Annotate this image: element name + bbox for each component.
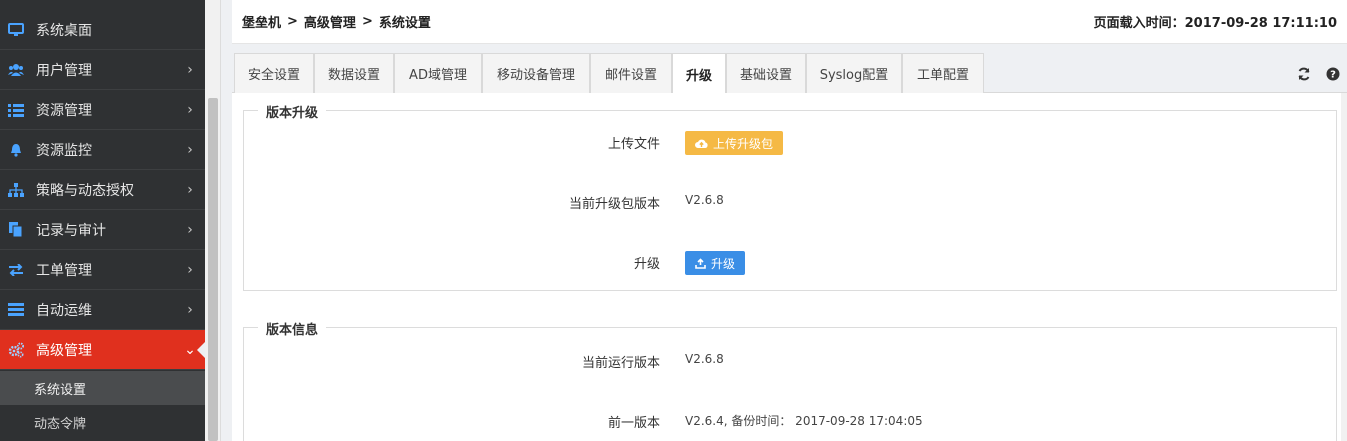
tab-label: 移动设备管理: [496, 68, 575, 83]
sidebar-item-label: 高级管理: [36, 342, 92, 359]
chevron-right-icon: ›: [187, 101, 193, 118]
page-header: 堡垒机 > 高级管理 > 系统设置 页面载入时间：2017-09-28 17:1…: [232, 0, 1347, 44]
sidebar-item-users[interactable]: 用户管理 ›: [0, 50, 205, 90]
breadcrumb-item: 系统设置: [378, 16, 431, 31]
documents-icon: [8, 222, 24, 238]
tab-basic[interactable]: 基础设置: [726, 53, 806, 93]
chevron-right-icon: ›: [187, 61, 193, 78]
tab-label: Syslog配置: [819, 68, 889, 83]
content-scrollbar[interactable]: [1341, 93, 1347, 441]
sidebar-scrollbar-thumb[interactable]: [208, 98, 218, 441]
sidebar-item-autoops[interactable]: 自动运维 ›: [0, 290, 205, 330]
tab-label: AD域管理: [409, 68, 467, 83]
tab-workorder-config[interactable]: 工单配置: [902, 53, 984, 93]
upgrade-button-label: 升级: [711, 256, 736, 271]
tab-syslog[interactable]: Syslog配置: [806, 53, 902, 93]
main-content: 版本升级 上传文件 上传升级包 当前升级包版本 V2.6.8 升级 升级 版本信…: [232, 93, 1347, 441]
section-title: 版本信息: [258, 319, 327, 338]
sidebar-subitem-system-settings[interactable]: 系统设置: [0, 371, 205, 405]
sidebar-item-policy[interactable]: 策略与动态授权 ›: [0, 170, 205, 210]
upload-package-button[interactable]: 上传升级包: [685, 131, 784, 155]
sidebar-item-label: 工单管理: [36, 262, 92, 279]
sidebar-item-label: 记录与审计: [36, 222, 106, 239]
sidebar-item-label: 自动运维: [36, 302, 92, 319]
breadcrumb-item[interactable]: 高级管理: [304, 12, 356, 31]
sidebar-item-label: 用户管理: [36, 62, 92, 79]
current-package-version-label: 当前升级包版本: [568, 197, 660, 212]
sidebar-item-desktop[interactable]: 系统桌面: [0, 10, 205, 50]
upload-icon: [695, 257, 706, 269]
tab-label: 数据设置: [327, 68, 380, 83]
users-icon: [8, 62, 24, 78]
tab-label: 基础设置: [739, 68, 792, 83]
sidebar-item-audit[interactable]: 记录与审计 ›: [0, 210, 205, 250]
chevron-right-icon: ›: [187, 301, 193, 318]
sidebar-subitem-label: 系统设置: [34, 382, 87, 398]
sidebar-item-advanced[interactable]: 高级管理 ⌄: [0, 330, 205, 370]
upgrade-button[interactable]: 升级: [685, 251, 746, 275]
tab-security[interactable]: 安全设置: [234, 53, 314, 93]
previous-version-label: 前一版本: [607, 416, 660, 431]
desktop-icon: [8, 22, 24, 38]
sidebar-item-label: 系统桌面: [36, 22, 92, 39]
tab-mobile-device[interactable]: 移动设备管理: [482, 53, 590, 93]
cogs-icon: [8, 342, 24, 358]
tab-label: 升级: [685, 68, 712, 84]
help-icon[interactable]: ?: [1326, 67, 1340, 81]
sidebar-item-label: 资源监控: [36, 142, 92, 159]
page-load-time: 页面载入时间：2017-09-28 17:11:10: [1094, 12, 1337, 31]
version-info-fieldset: 版本信息 当前运行版本 V2.6.8 前一版本 V2.6.4, 备份时间： 20…: [243, 319, 1337, 441]
settings-tabs: 安全设置 数据设置 AD域管理 移动设备管理 邮件设置 升级 基础设置 Sysl…: [232, 53, 1347, 94]
breadcrumb-separator: >: [287, 14, 298, 29]
chevron-right-icon: ›: [187, 181, 193, 198]
upload-file-label: 上传文件: [607, 137, 660, 152]
chevron-right-icon: ›: [187, 221, 193, 238]
tab-label: 安全设置: [247, 68, 300, 83]
current-package-version-value: V2.6.8: [685, 193, 724, 207]
upgrade-fieldset: 版本升级 上传文件 上传升级包 当前升级包版本 V2.6.8 升级 升级: [243, 102, 1337, 291]
sidebar-item-label: 策略与动态授权: [36, 182, 134, 199]
exchange-icon: [8, 262, 24, 278]
sidebar-subitem-dynamic-token[interactable]: 动态令牌: [0, 405, 205, 439]
list-icon: [8, 102, 24, 118]
breadcrumb-separator: >: [361, 14, 373, 29]
running-version-label: 当前运行版本: [581, 356, 660, 371]
svg-text:?: ?: [1330, 70, 1336, 81]
sidebar-scrollbar[interactable]: [205, 0, 221, 441]
tab-upgrade[interactable]: 升级: [672, 53, 726, 94]
load-time-label: 页面载入时间：: [1093, 16, 1185, 31]
sidebar-item-label: 资源管理: [36, 102, 92, 119]
upgrade-label: 升级: [633, 257, 660, 272]
chevron-right-icon: ›: [187, 261, 193, 278]
app-root: 系统桌面 用户管理 › 资源管理 › 资源监控 › 策略与动态授权 › 记录与审…: [0, 0, 1347, 441]
sidebar-item-resources[interactable]: 资源管理 ›: [0, 90, 205, 130]
load-time-value: 2017-09-28 17:11:10: [1184, 16, 1337, 31]
sidebar: 系统桌面 用户管理 › 资源管理 › 资源监控 › 策略与动态授权 › 记录与审…: [0, 0, 205, 441]
tab-mail[interactable]: 邮件设置: [590, 53, 672, 93]
section-title: 版本升级: [258, 102, 327, 121]
previous-version-value: V2.6.4, 备份时间： 2017-09-28 17:04:05: [685, 414, 923, 428]
server-icon: [8, 302, 24, 318]
bell-icon: [8, 142, 24, 158]
tab-data[interactable]: 数据设置: [314, 53, 394, 93]
tab-ad-domain[interactable]: AD域管理: [394, 53, 482, 93]
breadcrumb-item[interactable]: 堡垒机: [242, 12, 281, 31]
chevron-right-icon: ›: [187, 141, 193, 158]
sidebar-item-monitor[interactable]: 资源监控 ›: [0, 130, 205, 170]
tab-label: 邮件设置: [604, 68, 657, 83]
sitemap-icon: [8, 182, 24, 198]
tab-label: 工单配置: [916, 68, 969, 83]
upload-package-button-label: 上传升级包: [713, 136, 774, 151]
sidebar-item-workorder[interactable]: 工单管理 ›: [0, 250, 205, 290]
sidebar-subitem-label: 动态令牌: [34, 416, 87, 432]
cloud-upload-icon: [695, 138, 708, 149]
refresh-icon[interactable]: [1297, 67, 1311, 81]
running-version-value: V2.6.8: [685, 352, 724, 366]
breadcrumb: 堡垒机 > 高级管理 > 系统设置: [242, 12, 431, 31]
